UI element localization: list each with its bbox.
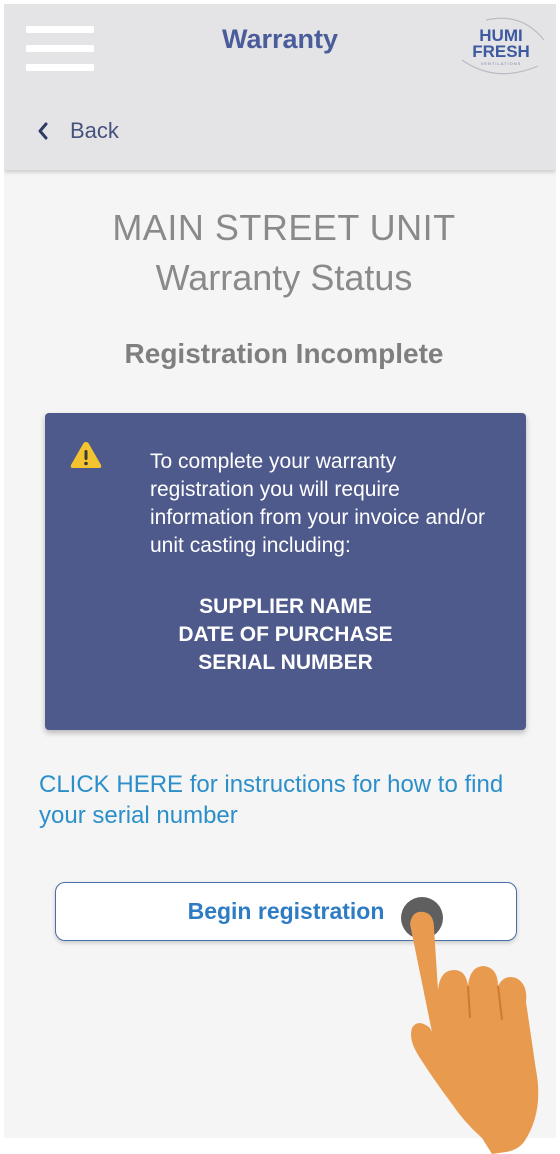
registration-info-card: To complete your warranty registration y…	[45, 413, 526, 730]
chevron-left-icon	[38, 122, 48, 140]
requirements-list: SUPPLIER NAME DATE OF PURCHASE SERIAL NU…	[45, 593, 526, 677]
warranty-status-title: Warranty Status	[155, 257, 413, 298]
svg-text:VENTILATIONS: VENTILATIONS	[481, 61, 522, 66]
svg-text:FRESH: FRESH	[472, 42, 530, 61]
registration-requirements-message: To complete your warranty registration y…	[150, 450, 485, 557]
begin-registration-label: Begin registration	[187, 898, 385, 924]
back-button[interactable]: Back	[36, 114, 119, 148]
requirement-serial-number: SERIAL NUMBER	[198, 651, 373, 674]
unit-name: MAIN STREET UNIT	[112, 207, 456, 248]
app-header: Warranty HUMI FRESH VENTILATIONS Back	[4, 4, 556, 170]
menu-icon[interactable]	[26, 26, 94, 72]
registration-status: Registration Incomplete	[124, 338, 444, 369]
warning-icon	[70, 442, 102, 468]
begin-registration-button[interactable]: Begin registration	[55, 882, 517, 941]
requirement-supplier-name: SUPPLIER NAME	[199, 595, 372, 618]
serial-number-help-link[interactable]: CLICK HERE for instructions for how to f…	[39, 769, 529, 831]
back-label: Back	[70, 118, 119, 143]
requirement-date-of-purchase: DATE OF PURCHASE	[178, 623, 393, 646]
warranty-screen: Warranty HUMI FRESH VENTILATIONS Back MA…	[4, 4, 556, 1138]
humi-fresh-logo: HUMI FRESH VENTILATIONS	[461, 17, 545, 75]
